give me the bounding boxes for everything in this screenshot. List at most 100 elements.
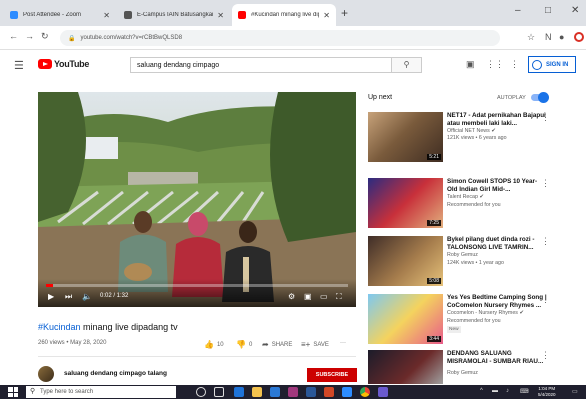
- video-thumbnail[interactable]: 5:08: [368, 236, 443, 286]
- browser-tab-ecampus[interactable]: E-Campus IAIN Batusangkar ✕: [118, 4, 230, 26]
- bookmark-star-icon[interactable]: ☆: [527, 32, 535, 43]
- file-explorer-icon[interactable]: [252, 387, 262, 397]
- video-thumbnail[interactable]: [368, 350, 443, 384]
- close-tab-icon[interactable]: ✕: [217, 11, 224, 20]
- windows-start-icon[interactable]: [8, 387, 18, 397]
- channel-avatar[interactable]: [38, 366, 54, 382]
- miniplayer-icon[interactable]: ▣: [304, 292, 312, 301]
- new-tab-button[interactable]: +: [341, 6, 348, 20]
- settings-gear-icon[interactable]: ⚙: [288, 292, 295, 301]
- apps-grid-icon[interactable]: ⋮⋮: [486, 59, 504, 70]
- video-channel[interactable]: Cocomelon - Nursery Rhymes ✔: [447, 310, 524, 316]
- progress-bar[interactable]: [46, 284, 348, 287]
- new-badge: New: [447, 326, 461, 333]
- taskbar-search-input[interactable]: ⚲ Type here to search: [26, 386, 176, 398]
- more-options-icon[interactable]: ⋮: [541, 178, 550, 189]
- video-thumbnail[interactable]: 3:44: [368, 294, 443, 344]
- subscribe-button[interactable]: SUBSCRIBE: [307, 368, 357, 382]
- like-button[interactable]: 👍 10: [204, 340, 224, 349]
- video-title[interactable]: DENDANG SALUANG MISRAMOLAI - SUMBAR RIAU…: [447, 350, 547, 365]
- volume-tray-icon[interactable]: ♪: [506, 388, 509, 394]
- thumbs-down-icon: 👎: [236, 340, 246, 349]
- close-tab-icon[interactable]: ✕: [323, 11, 330, 20]
- video-title[interactable]: NET17 - Adat pernikahan Bajapui atau mem…: [447, 112, 547, 127]
- back-arrow-icon[interactable]: ←: [9, 31, 18, 41]
- reload-icon[interactable]: ↻: [41, 31, 49, 42]
- task-view-icon[interactable]: [214, 387, 224, 397]
- create-video-icon[interactable]: ▣: [466, 59, 475, 70]
- theater-mode-icon[interactable]: ▭: [320, 292, 328, 301]
- next-icon[interactable]: ⏭: [65, 292, 72, 302]
- volume-icon[interactable]: 🔈: [82, 292, 92, 301]
- browser-tab-zoom[interactable]: Post Attendee - Zoom ✕: [4, 4, 116, 26]
- zoom-icon[interactable]: [342, 387, 352, 397]
- sign-in-label: SIGN IN: [546, 61, 569, 68]
- browser-tab-youtube[interactable]: #Kucindan minang live dipa... ✕: [232, 4, 336, 26]
- extension-icon[interactable]: N: [545, 32, 552, 42]
- video-channel[interactable]: Official NET News ✔: [447, 128, 496, 134]
- powerpoint-icon[interactable]: [324, 387, 334, 397]
- video-player[interactable]: ▶ ⏭ 🔈 0:02 / 1:32 ⚙ ▣ ▭ ⛶: [38, 92, 356, 307]
- forward-arrow-icon[interactable]: →: [25, 31, 34, 41]
- video-channel[interactable]: Talent Recap ✔: [447, 194, 484, 200]
- app-icon[interactable]: [378, 387, 388, 397]
- profile-avatar-icon[interactable]: [574, 32, 584, 42]
- video-thumbnail[interactable]: 5:21: [368, 112, 443, 162]
- onenote-icon[interactable]: [288, 387, 298, 397]
- more-options-icon[interactable]: ⋮: [541, 236, 550, 247]
- word-icon[interactable]: [306, 387, 316, 397]
- menu-icon[interactable]: ☰: [14, 59, 24, 72]
- video-thumbnail[interactable]: 7:25: [368, 178, 443, 228]
- video-title[interactable]: Bykel pilang duet dinda rozi - TALONSONG…: [447, 236, 547, 251]
- windows-taskbar: ⚲ Type here to search ^ ▬ ♪ ⌨ 1:04 PM 5/…: [0, 385, 586, 399]
- dislike-button[interactable]: 👎 0: [236, 340, 252, 349]
- share-button[interactable]: ➦ SHARE: [262, 340, 292, 349]
- play-icon[interactable]: ▶: [48, 292, 54, 301]
- settings-kebab-icon[interactable]: ⋮: [510, 59, 519, 70]
- youtube-logo[interactable]: YouTube: [38, 59, 89, 69]
- video-title[interactable]: Yes Yes Bedtime Camping Song | CoComelon…: [447, 294, 547, 309]
- more-actions-button[interactable]: ···: [340, 340, 346, 346]
- video-meta: 260 views • May 28, 2020: [38, 340, 107, 346]
- address-bar[interactable]: 🔒 youtube.com/watch?v=rCBtBwQLSD8: [60, 30, 500, 46]
- autoplay-toggle[interactable]: [531, 92, 549, 103]
- video-title[interactable]: Simon Cowell STOPS 10 Year-Old Indian Gi…: [447, 178, 547, 193]
- tab-title: E-Campus IAIN Batusangkar: [137, 12, 214, 18]
- share-label: SHARE: [271, 341, 293, 348]
- close-window-button[interactable]: ✕: [571, 5, 579, 16]
- more-options-icon[interactable]: ⋮: [541, 350, 550, 361]
- chrome-icon[interactable]: [360, 387, 370, 397]
- save-button[interactable]: ≡+ SAVE: [301, 340, 329, 349]
- cortana-icon[interactable]: [196, 387, 206, 397]
- playlist-add-icon: ≡+: [301, 340, 311, 349]
- video-channel[interactable]: Roby Gemuz: [447, 370, 478, 376]
- store-icon[interactable]: [270, 387, 280, 397]
- up-next-heading: Up next: [368, 94, 393, 101]
- sign-in-button[interactable]: SIGN IN: [528, 56, 576, 73]
- account-icon[interactable]: ●: [559, 32, 564, 42]
- maximize-button[interactable]: □: [545, 5, 551, 16]
- more-options-icon[interactable]: ⋮: [541, 112, 550, 123]
- ecampus-favicon-icon: [124, 11, 132, 19]
- network-icon[interactable]: ▬: [492, 388, 498, 394]
- browser-toolbar: ← → ↻ 🔒 youtube.com/watch?v=rCBtBwQLSD8 …: [0, 26, 586, 50]
- minimize-button[interactable]: –: [515, 5, 521, 16]
- video-channel[interactable]: Roby Gemuz: [447, 252, 478, 258]
- taskbar-clock[interactable]: 1:04 PM 5/4/2020: [538, 386, 556, 398]
- tray-up-arrow-icon[interactable]: ^: [480, 388, 483, 394]
- channel-name[interactable]: saluang dendang cimpago talang: [64, 370, 167, 377]
- search-button[interactable]: ⚲: [392, 57, 422, 73]
- close-tab-icon[interactable]: ✕: [103, 11, 110, 20]
- save-label: SAVE: [313, 341, 329, 348]
- fullscreen-icon[interactable]: ⛶: [336, 292, 342, 302]
- thumbs-up-icon: 👍: [204, 340, 214, 349]
- player-controls: ▶ ⏭ 🔈 0:02 / 1:32 ⚙ ▣ ▭ ⛶: [38, 279, 356, 307]
- video-title: #Kucindan minang live dipadang tv: [38, 322, 178, 332]
- hashtag-link[interactable]: #Kucindan: [38, 322, 81, 332]
- more-options-icon[interactable]: ⋮: [541, 294, 550, 305]
- notifications-icon[interactable]: ▭: [572, 388, 578, 395]
- language-icon[interactable]: ⌨: [520, 388, 529, 395]
- edge-icon[interactable]: [234, 387, 244, 397]
- tab-title: #Kucindan minang live dipa...: [251, 12, 319, 18]
- search-input[interactable]: saluang dendang cimpago: [130, 57, 392, 73]
